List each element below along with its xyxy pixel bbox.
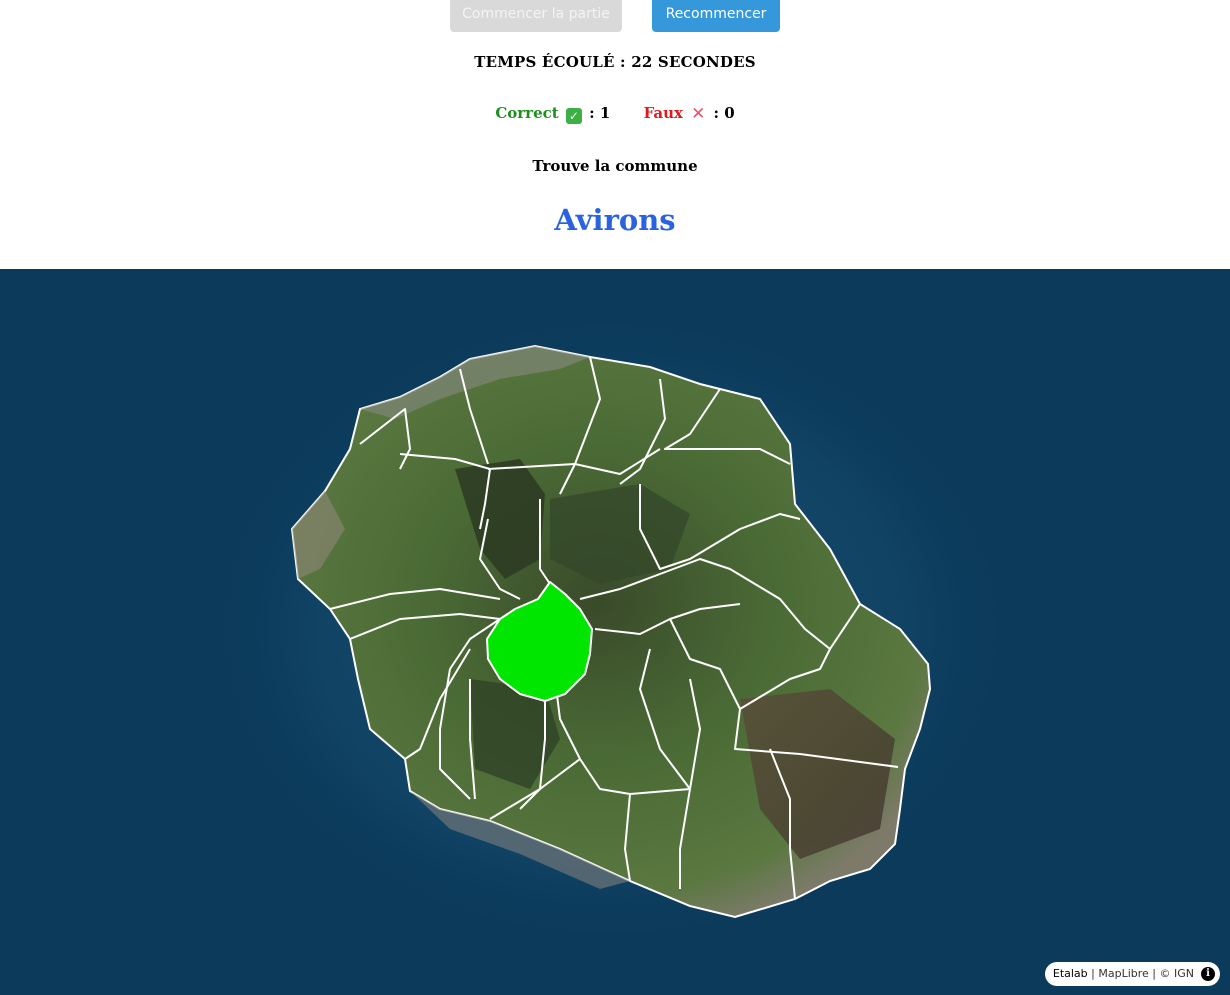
- instruction-text: Trouve la commune: [532, 157, 698, 175]
- correct-score: Correct ✓ : 1: [495, 104, 610, 124]
- start-game-button[interactable]: Commencer la partie: [450, 0, 622, 32]
- satellite-map[interactable]: Etalab | MapLibre | © IGN i: [0, 269, 1230, 995]
- check-mark-icon: ✓: [565, 108, 582, 124]
- wrong-label: Faux: [643, 104, 683, 122]
- elapsed-time: TEMPS ÉCOULÉ : 22 SECONDES: [474, 53, 756, 71]
- attribution-etalab[interactable]: Etalab: [1053, 967, 1088, 980]
- correct-label: Correct: [495, 104, 559, 122]
- wrong-score: Faux ✕ : 0: [643, 104, 735, 124]
- target-commune-name: Avirons: [554, 203, 676, 237]
- correct-count: : 1: [589, 104, 611, 122]
- controls-bar: Commencer la partie Recommencer: [0, 0, 1230, 34]
- score-board: Correct ✓ : 1 Faux ✕ : 0: [0, 104, 1230, 124]
- attribution-credits: | MapLibre | © IGN: [1087, 967, 1194, 980]
- cross-mark-icon: ✕: [691, 104, 706, 124]
- wrong-count: : 0: [713, 104, 735, 122]
- map-attribution: Etalab | MapLibre | © IGN i: [1044, 962, 1220, 986]
- info-icon[interactable]: i: [1201, 967, 1215, 981]
- map-canvas[interactable]: [0, 269, 1230, 995]
- restart-button[interactable]: Recommencer: [652, 0, 780, 32]
